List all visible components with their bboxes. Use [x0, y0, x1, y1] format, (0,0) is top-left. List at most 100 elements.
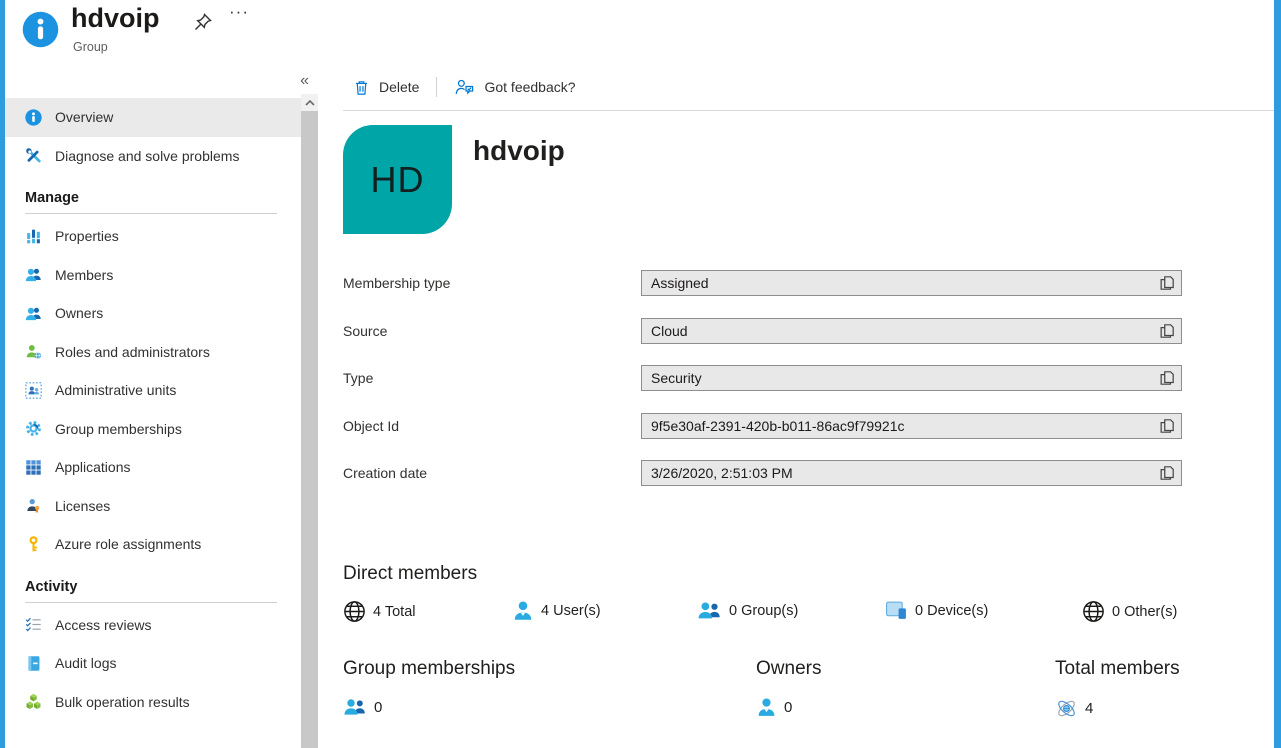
sidebar-item-azure-roles[interactable]: Azure role assignments	[5, 525, 301, 564]
sidebar-item-audit-logs[interactable]: Audit logs	[5, 644, 301, 683]
key-icon	[29, 536, 38, 552]
group-memberships-count: 0	[343, 697, 382, 717]
main-panel: Delete Got feedback? HD hdvoip Membershi…	[343, 64, 1274, 748]
licenses-icon	[27, 499, 40, 514]
blade-header: hdvoip Group ···	[5, 0, 1274, 64]
sidebar-item-diagnose[interactable]: Diagnose and solve problems	[5, 137, 301, 176]
count-value: 4	[1085, 700, 1094, 717]
atom-icon	[1058, 700, 1075, 717]
stat-label: Device(s)	[927, 602, 989, 619]
total-members-count: 4	[1055, 697, 1093, 720]
applications-grid-icon	[26, 460, 41, 475]
copy-icon[interactable]	[1158, 369, 1176, 387]
scroll-up-icon[interactable]	[301, 94, 318, 111]
stat-others: 0 Other(s)	[1082, 600, 1177, 623]
globe-icon	[1083, 601, 1104, 622]
stat-value: 0	[1112, 603, 1121, 620]
tools-icon	[26, 148, 41, 163]
sidebar-item-access-reviews[interactable]: Access reviews	[5, 606, 301, 645]
sidebar-item-members[interactable]: Members	[5, 256, 301, 295]
gear-icon	[26, 421, 41, 437]
sidebar-item-properties[interactable]: Properties	[5, 217, 301, 256]
owners-count: 0	[756, 697, 792, 718]
sidebar-item-group-memberships[interactable]: Group memberships	[5, 410, 301, 449]
access-reviews-icon	[25, 618, 41, 632]
stat-value: 4	[541, 603, 550, 619]
sidebar-nav: Overview Diagnose and solve problems Man…	[5, 98, 301, 721]
blade-title: hdvoip	[71, 3, 160, 33]
blade-subtitle: Group	[73, 40, 108, 54]
field-value[interactable]: Cloud	[641, 317, 1182, 344]
direct-members-stats: 4 Total 4 User(s) 0 Group(s) 0 Device(s)…	[343, 600, 1274, 628]
sidebar-scrollbar[interactable]	[301, 94, 318, 748]
stat-value: 0	[729, 602, 738, 619]
device-icon	[886, 601, 906, 619]
field-text: Assigned	[651, 275, 709, 291]
field-value[interactable]: Assigned	[641, 270, 1182, 296]
more-actions-icon[interactable]: ···	[229, 2, 249, 22]
roles-administrators-icon	[26, 345, 41, 360]
field-source: Source Cloud	[343, 317, 1274, 344]
direct-members-heading: Direct members	[343, 563, 478, 584]
blade-edge-right[interactable]	[1274, 0, 1281, 748]
total-members-heading: Total members	[1055, 658, 1180, 679]
sidebar-item-label: Members	[55, 266, 114, 283]
field-creation-date: Creation date 3/26/2020, 2:51:03 PM	[343, 460, 1274, 486]
collapse-sidebar-icon[interactable]: «	[300, 72, 309, 90]
delete-label: Delete	[379, 79, 420, 95]
trash-icon	[355, 80, 368, 95]
copy-icon[interactable]	[1158, 322, 1176, 340]
field-text: 9f5e30af-2391-420b-b011-86ac9f79921c	[651, 417, 905, 434]
sidebar-item-licenses[interactable]: Licenses	[5, 487, 301, 526]
group-icon	[698, 602, 720, 619]
sidebar-item-label: Roles and administrators	[55, 343, 210, 360]
scrollbar-thumb[interactable]	[301, 111, 318, 748]
properties-icon	[27, 229, 40, 244]
group-name-title: hdvoip	[473, 135, 565, 166]
field-value[interactable]: Security	[641, 365, 1182, 391]
stat-value: 4	[373, 603, 382, 620]
group-info-icon	[22, 11, 59, 48]
field-label: Source	[343, 322, 388, 339]
pin-icon[interactable]	[192, 11, 214, 33]
owners-icon	[25, 307, 41, 320]
delete-button[interactable]: Delete	[353, 79, 419, 96]
got-feedback-button[interactable]: Got feedback?	[454, 78, 576, 96]
field-text: Security	[651, 370, 702, 386]
field-value[interactable]: 9f5e30af-2391-420b-b011-86ac9f79921c	[641, 412, 1182, 439]
summary-counts: 0 0 4	[343, 697, 1274, 725]
field-membership-type: Membership type Assigned	[343, 270, 1274, 296]
overview-content: HD hdvoip Membership type Assigned Sourc…	[343, 111, 1274, 748]
sidebar-item-applications[interactable]: Applications	[5, 448, 301, 487]
group-memberships-heading: Group memberships	[343, 658, 516, 679]
sidebar-item-label: Licenses	[55, 497, 111, 514]
sidebar: « Overview Diagnose and solve problems M…	[5, 64, 320, 748]
stat-value: 0	[915, 602, 924, 619]
globe-icon	[344, 601, 365, 622]
administrative-units-icon	[25, 382, 42, 399]
field-object-id: Object Id 9f5e30af-2391-420b-b011-86ac9f…	[343, 412, 1274, 439]
sidebar-item-label: Group memberships	[55, 420, 182, 437]
sidebar-item-owners[interactable]: Owners	[5, 294, 301, 333]
field-label: Membership type	[343, 275, 451, 291]
stat-label: Other(s)	[1124, 603, 1178, 620]
property-fields: Membership type Assigned Source Cloud Ty…	[343, 270, 1274, 508]
stat-groups: 0 Group(s)	[697, 600, 798, 621]
copy-icon[interactable]	[1158, 417, 1176, 435]
copy-icon[interactable]	[1158, 464, 1176, 482]
divider	[25, 601, 277, 603]
field-value[interactable]: 3/26/2020, 2:51:03 PM	[641, 460, 1182, 486]
sidebar-item-label: Applications	[55, 459, 131, 476]
copy-icon[interactable]	[1158, 274, 1176, 292]
sidebar-item-label: Diagnose and solve problems	[55, 147, 240, 164]
group-icon	[344, 699, 365, 715]
sidebar-item-admin-units[interactable]: Administrative units	[5, 371, 301, 410]
sidebar-item-label: Administrative units	[55, 382, 177, 399]
field-label: Object Id	[343, 417, 400, 434]
sidebar-item-bulk-results[interactable]: Bulk operation results	[5, 683, 301, 722]
sidebar-item-overview[interactable]: Overview	[5, 98, 301, 137]
stat-label: User(s)	[553, 603, 601, 619]
audit-logs-icon	[28, 656, 40, 671]
sidebar-item-roles[interactable]: Roles and administrators	[5, 333, 301, 372]
stat-label: Group(s)	[741, 602, 799, 619]
